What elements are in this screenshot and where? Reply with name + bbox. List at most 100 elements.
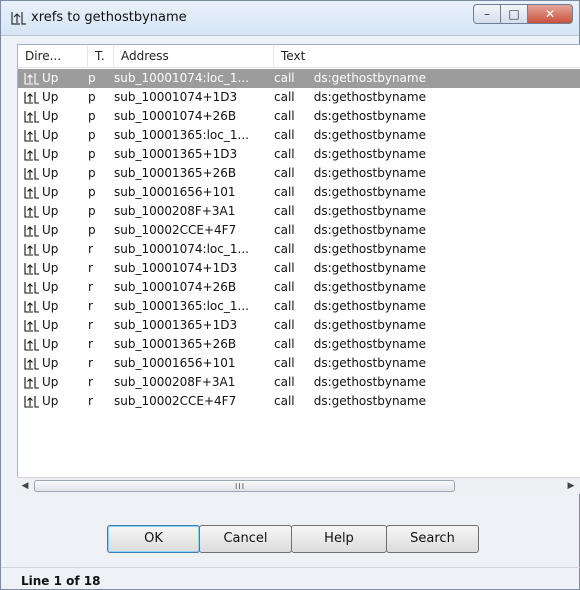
xref-up-icon [24, 263, 39, 275]
address-cell: sub_10001074+26B [114, 109, 237, 123]
text-cell: call ds:gethostbyname [274, 164, 580, 183]
list-header: Dire... T. Address Text [18, 45, 580, 68]
address-cell: sub_1000208F+3A1 [114, 204, 236, 218]
direction-label: Up [42, 318, 59, 332]
text-cell: call ds:gethostbyname [274, 88, 580, 107]
direction-label: Up [42, 166, 59, 180]
address-cell: sub_10001365+1D3 [114, 147, 238, 161]
column-header-label: Dire... [25, 49, 62, 63]
type-cell: p [88, 71, 96, 85]
list-rows: Up p sub_10001074:loc_1... call ds:gethostb… [18, 69, 580, 411]
type-cell: r [88, 261, 93, 275]
type-cell: r [88, 318, 93, 332]
table-row[interactable]: Up r sub_10001074+26B call ds:gethostbyname [18, 278, 580, 297]
table-row[interactable]: Up r sub_10001365+1D3 call ds:gethostbyname [18, 316, 580, 335]
table-row[interactable]: Up p sub_10002CCE+4F7 call ds:gethostbyname [18, 221, 580, 240]
xref-up-icon [24, 320, 39, 332]
table-row[interactable]: Up p sub_10001656+101 call ds:gethostbyname [18, 183, 580, 202]
direction-label: Up [42, 261, 59, 275]
direction-cell: Up [24, 335, 86, 354]
table-row[interactable]: Up r sub_10001074:loc_1... call ds:gethostb… [18, 240, 580, 259]
table-row[interactable]: Up p sub_10001074+1D3 call ds:gethostbyname [18, 88, 580, 107]
direction-cell: Up [24, 373, 86, 392]
instruction-text: call [274, 337, 295, 351]
direction-cell: Up [24, 69, 86, 88]
direction-cell: Up [24, 88, 86, 107]
xref-up-icon [24, 339, 39, 351]
direction-label: Up [42, 71, 59, 85]
text-cell: call ds:gethostbyname [274, 183, 580, 202]
xref-up-icon [24, 282, 39, 294]
ok-button[interactable]: OK [107, 525, 200, 553]
scroll-thumb[interactable]: III [34, 480, 455, 492]
xrefs-icon [11, 12, 26, 25]
xref-up-icon [24, 92, 39, 104]
column-header-address[interactable]: Address [114, 45, 274, 67]
text-cell: call ds:gethostbyname [274, 373, 580, 392]
direction-cell: Up [24, 240, 86, 259]
scroll-left-arrow-icon[interactable]: ◀ [17, 479, 33, 494]
address-cell: sub_10001074:loc_1... [114, 242, 249, 256]
table-row[interactable]: Up r sub_10001074+1D3 call ds:gethostbyname [18, 259, 580, 278]
cancel-button[interactable]: Cancel [199, 525, 292, 553]
title-bar[interactable]: xrefs to gethostbyname – □ ✕ [1, 1, 579, 36]
operand-text: ds:gethostbyname [313, 356, 426, 370]
table-row[interactable]: Up p sub_10001365+1D3 call ds:gethostbyname [18, 145, 580, 164]
scroll-right-arrow-icon[interactable]: ▶ [563, 479, 579, 494]
xref-up-icon [24, 244, 39, 256]
operand-text: ds:gethostbyname [313, 71, 426, 85]
column-header-direction[interactable]: Dire... [18, 45, 88, 67]
direction-label: Up [42, 375, 59, 389]
table-row[interactable]: Up r sub_10001365+26B call ds:gethostbyname [18, 335, 580, 354]
table-row[interactable]: Up p sub_10001074+26B call ds:gethostbyname [18, 107, 580, 126]
direction-cell: Up [24, 126, 86, 145]
table-row[interactable]: Up r sub_1000208F+3A1 call ds:gethostbyname [18, 373, 580, 392]
operand-text: ds:gethostbyname [313, 375, 426, 389]
direction-label: Up [42, 147, 59, 161]
table-row[interactable]: Up r sub_10001365:loc_1... call ds:gethostb… [18, 297, 580, 316]
xref-up-icon [24, 206, 39, 218]
table-row[interactable]: Up p sub_10001365+26B call ds:gethostbyname [18, 164, 580, 183]
instruction-text: call [274, 261, 295, 275]
table-row[interactable]: Up r sub_10001656+101 call ds:gethostbyname [18, 354, 580, 373]
text-cell: call ds:gethostbyname [274, 278, 580, 297]
table-row[interactable]: Up p sub_10001074:loc_1... call ds:gethostb… [18, 69, 580, 88]
operand-text: ds:gethostbyname [313, 166, 426, 180]
column-header-text[interactable]: Text [274, 45, 580, 67]
direction-cell: Up [24, 278, 86, 297]
type-cell: p [88, 166, 96, 180]
direction-label: Up [42, 356, 59, 370]
instruction-text: call [274, 185, 295, 199]
minimize-button[interactable]: – [473, 4, 501, 24]
direction-label: Up [42, 299, 59, 313]
operand-text: ds:gethostbyname [313, 280, 426, 294]
xref-up-icon [24, 149, 39, 161]
maximize-button[interactable]: □ [500, 4, 528, 24]
instruction-text: call [274, 109, 295, 123]
type-cell: p [88, 223, 96, 237]
instruction-text: call [274, 318, 295, 332]
close-button[interactable]: ✕ [527, 4, 573, 24]
help-button[interactable]: Help [291, 525, 387, 553]
maximize-icon: □ [508, 7, 520, 21]
search-button[interactable]: Search [386, 525, 479, 553]
text-cell: call ds:gethostbyname [274, 316, 580, 335]
xref-up-icon [24, 377, 39, 389]
type-cell: p [88, 147, 96, 161]
column-header-type[interactable]: T. [88, 45, 114, 67]
instruction-text: call [274, 280, 295, 294]
type-cell: r [88, 375, 93, 389]
text-cell: call ds:gethostbyname [274, 202, 580, 221]
table-row[interactable]: Up r sub_10002CCE+4F7 call ds:gethostbyname [18, 392, 580, 411]
xrefs-list[interactable]: Dire... T. Address Text Up p sub_10001074:… [17, 44, 580, 493]
xref-up-icon [24, 73, 39, 85]
operand-text: ds:gethostbyname [313, 128, 426, 142]
horizontal-scrollbar[interactable]: ◀ III ▶ [17, 477, 580, 494]
type-cell: p [88, 128, 96, 142]
text-cell: call ds:gethostbyname [274, 145, 580, 164]
table-row[interactable]: Up p sub_10001365:loc_1... call ds:gethostb… [18, 126, 580, 145]
direction-label: Up [42, 223, 59, 237]
table-row[interactable]: Up p sub_1000208F+3A1 call ds:gethostbyname [18, 202, 580, 221]
instruction-text: call [274, 204, 295, 218]
direction-cell: Up [24, 221, 86, 240]
